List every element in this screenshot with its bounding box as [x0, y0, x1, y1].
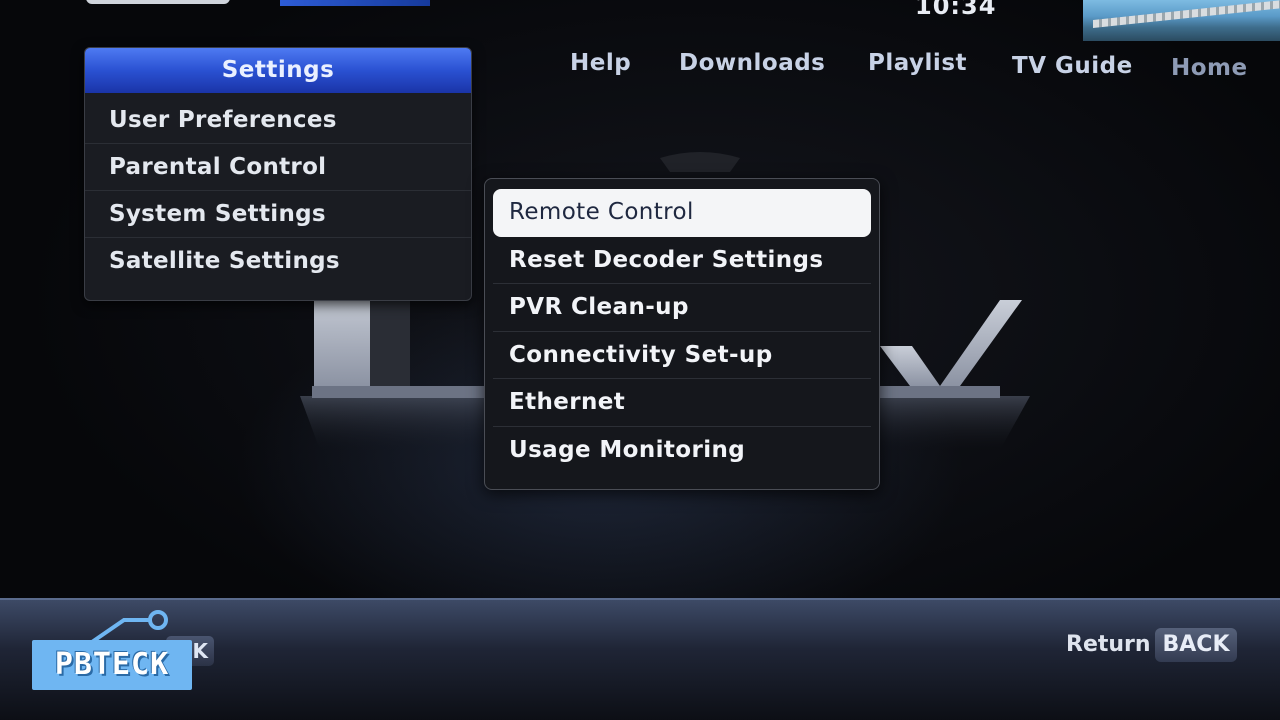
dstv-settings-screen: 10:34 Settings User Preferences Parental… — [0, 0, 1280, 720]
system-settings-submenu: Remote Control Reset Decoder Settings PV… — [484, 178, 880, 490]
return-label: Return — [1066, 632, 1151, 657]
settings-item-user-preferences[interactable]: User Preferences — [85, 97, 471, 144]
nav-tv-guide[interactable]: TV Guide — [1012, 53, 1133, 79]
nav-help[interactable]: Help — [570, 50, 631, 76]
nav-downloads[interactable]: Downloads — [679, 50, 825, 76]
submenu-list: Remote Control Reset Decoder Settings PV… — [485, 179, 879, 475]
nav-playlist[interactable]: Playlist — [868, 50, 967, 76]
nav-home[interactable]: Home — [1171, 55, 1248, 81]
submenu-item-connectivity-set-up[interactable]: Connectivity Set-up — [493, 332, 871, 380]
settings-menu: User Preferences Parental Control System… — [85, 93, 471, 284]
submenu-item-pvr-clean-up[interactable]: PVR Clean-up — [493, 284, 871, 332]
back-button[interactable]: BACK — [1155, 628, 1237, 662]
settings-item-parental-control[interactable]: Parental Control — [85, 144, 471, 191]
pbteck-watermark: PBTECK — [32, 608, 202, 692]
submenu-item-remote-control[interactable]: Remote Control — [493, 189, 871, 237]
settings-item-satellite-settings[interactable]: Satellite Settings — [85, 238, 471, 284]
watermark-text: PBTECK — [32, 640, 192, 690]
settings-item-system-settings[interactable]: System Settings — [85, 191, 471, 238]
submenu-item-reset-decoder-settings[interactable]: Reset Decoder Settings — [493, 237, 871, 285]
top-navigation: Help Downloads Playlist TV Guide Home — [0, 0, 1280, 100]
submenu-item-usage-monitoring[interactable]: Usage Monitoring — [493, 427, 871, 475]
submenu-item-ethernet[interactable]: Ethernet — [493, 379, 871, 427]
